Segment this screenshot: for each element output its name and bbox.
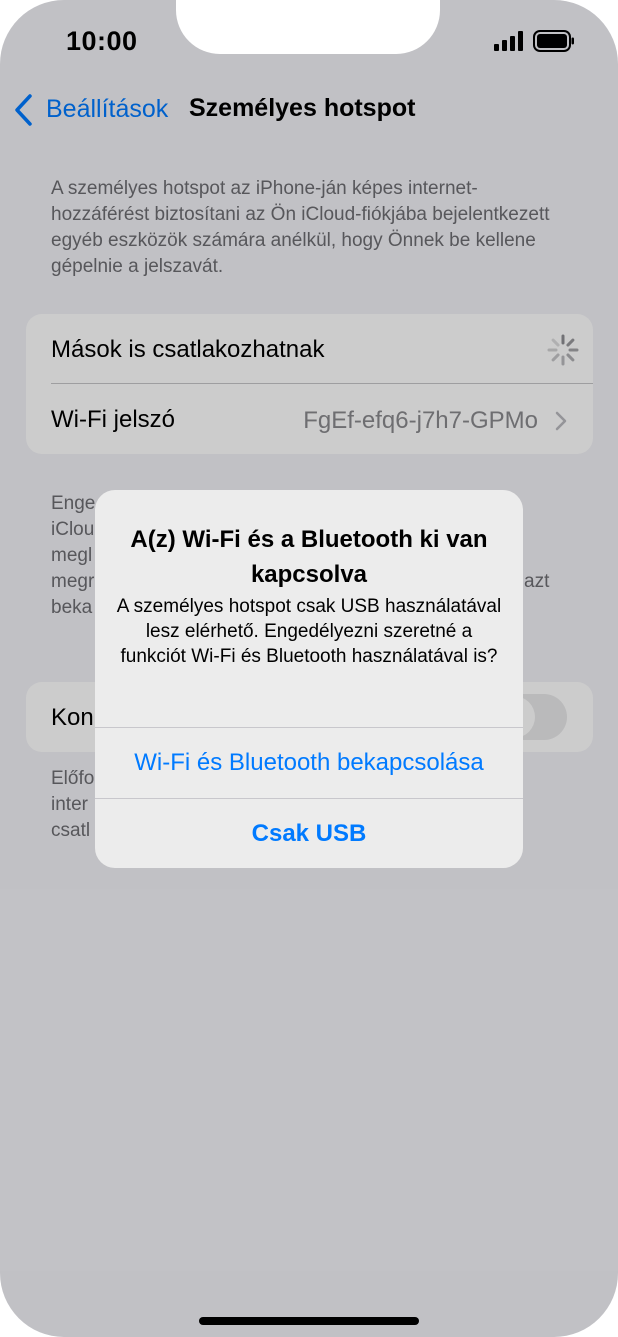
alert-message: A személyes hotspot csak USB használatáv… bbox=[116, 596, 502, 667]
alert-title: A(z) Wi-Fi és a Bluetooth ki van kapcsol… bbox=[130, 526, 488, 588]
enable-wifi-bluetooth-button[interactable]: Wi-Fi és Bluetooth bekapcsolása bbox=[95, 728, 523, 798]
usb-only-button[interactable]: Csak USB bbox=[95, 799, 523, 868]
notch bbox=[176, 0, 440, 54]
home-indicator[interactable] bbox=[199, 1317, 419, 1325]
phone-screen: 10:00 Beállítások Személyes hotspot A sz… bbox=[0, 0, 618, 1337]
alert-dialog: A(z) Wi-Fi és a Bluetooth ki van kapcsol… bbox=[95, 490, 523, 868]
